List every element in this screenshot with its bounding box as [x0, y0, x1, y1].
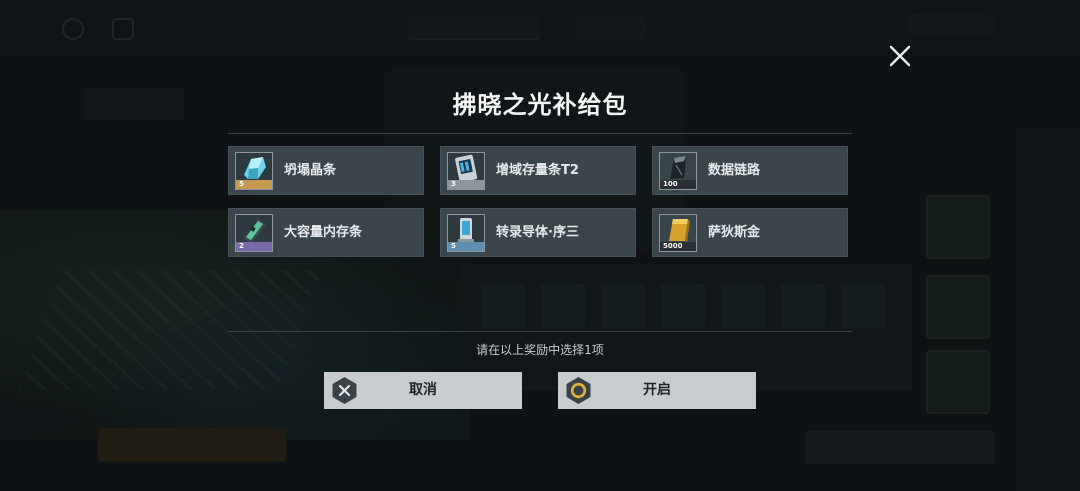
reward-options: 5 坍塌晶条 3 增域存量条T2 100 数据链路 2 大容量内存条 5 转录导… [228, 146, 852, 258]
reward-name: 数据链路 [708, 163, 761, 178]
reward-name: 大容量内存条 [284, 225, 363, 240]
reward-item[interactable]: 5000 萨狄斯金 [652, 208, 848, 257]
modal-title: 拂晓之光补给包 [452, 91, 628, 119]
cancel-button[interactable]: 取消 [324, 372, 522, 409]
reward-quantity: 2 [236, 242, 272, 251]
close-button[interactable] [884, 40, 916, 72]
reward-item[interactable]: 3 增域存量条T2 [440, 146, 636, 195]
reward-name: 转录导体·序三 [496, 225, 579, 240]
memory-stick-icon [236, 215, 272, 245]
divider [228, 331, 852, 332]
reward-quantity: 3 [448, 180, 484, 189]
open-button-label: 开启 [643, 382, 671, 398]
divider [228, 133, 852, 134]
reward-name: 萨狄斯金 [708, 225, 761, 240]
open-button[interactable]: 开启 [558, 372, 756, 409]
reward-item[interactable]: 100 数据链路 [652, 146, 848, 195]
reward-thumbnail: 5 [235, 152, 273, 190]
crystal-shard-icon [236, 153, 272, 183]
reward-thumbnail: 5 [447, 214, 485, 252]
cancel-button-label: 取消 [409, 382, 437, 398]
reward-name: 增域存量条T2 [496, 163, 579, 178]
data-link-icon [660, 153, 696, 183]
reward-thumbnail: 3 [447, 152, 485, 190]
reward-item[interactable]: 5 转录导体·序三 [440, 208, 636, 257]
memory-card-icon [448, 153, 484, 183]
reward-item[interactable]: 2 大容量内存条 [228, 208, 424, 257]
close-icon [889, 45, 911, 67]
reward-thumbnail: 100 [659, 152, 697, 190]
reward-quantity: 5 [236, 180, 272, 189]
gold-bar-icon [660, 215, 696, 245]
reward-thumbnail: 2 [235, 214, 273, 252]
selection-hint: 请在以上奖励中选择1项 [476, 343, 604, 357]
conductor-icon [448, 215, 484, 245]
reward-quantity: 5 [448, 242, 484, 251]
reward-item[interactable]: 5 坍塌晶条 [228, 146, 424, 195]
reward-name: 坍塌晶条 [284, 163, 337, 178]
reward-thumbnail: 5000 [659, 214, 697, 252]
reward-quantity: 100 [660, 180, 696, 189]
reward-quantity: 5000 [660, 242, 696, 251]
